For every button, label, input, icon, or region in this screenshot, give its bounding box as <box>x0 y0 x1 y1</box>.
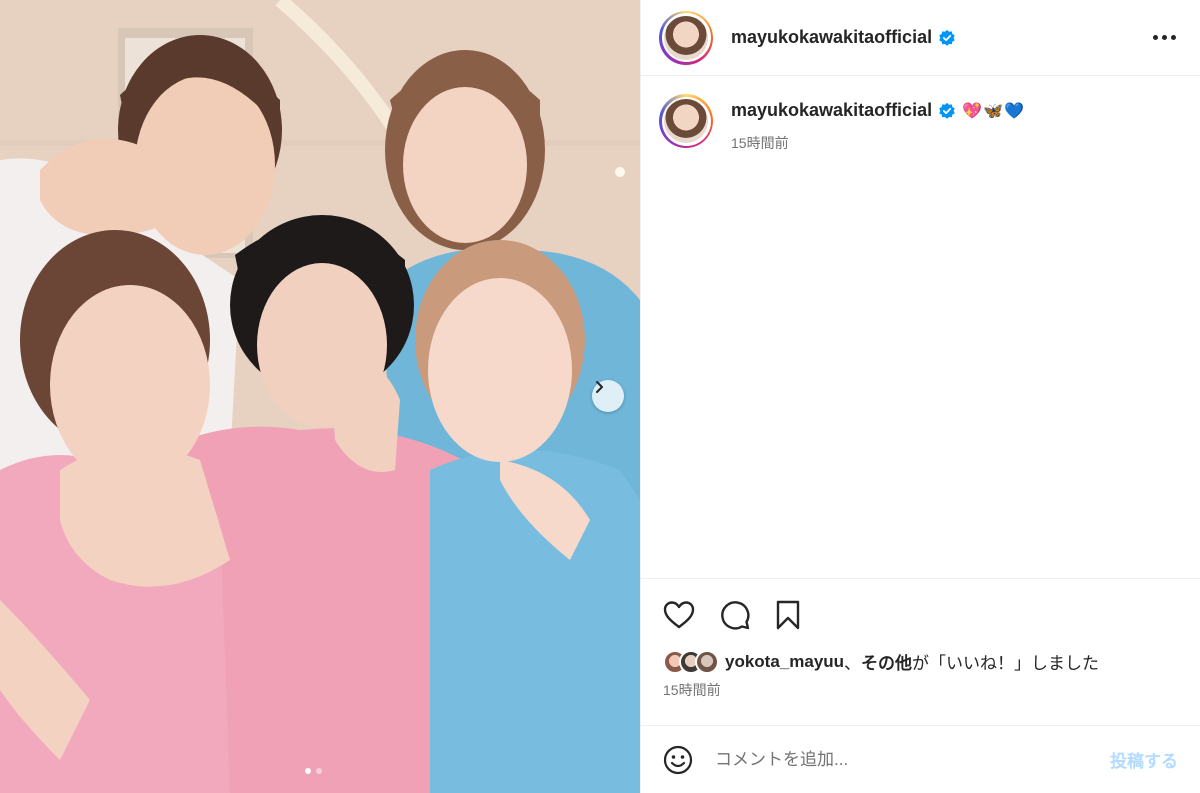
comment-icon[interactable] <box>719 599 751 631</box>
likes-suffix: が「いいね！」しました <box>912 654 1100 673</box>
caption-area: mayukokawakitaofficial 💖🦋💙 15時間前 <box>641 76 1200 578</box>
post-timestamp[interactable]: 15時間前 <box>663 680 1178 700</box>
avatar[interactable] <box>659 10 713 65</box>
verified-badge-icon <box>938 102 956 120</box>
likes-others-link[interactable]: その他 <box>861 649 912 674</box>
avatar-border <box>661 96 711 146</box>
comment-bar: 投稿する <box>641 725 1200 793</box>
caption: mayukokawakitaofficial 💖🦋💙 15時間前 <box>659 94 1182 153</box>
more-horizontal-icon-dot <box>1162 35 1167 40</box>
avatar-image <box>664 99 708 143</box>
caption-line: mayukokawakitaofficial 💖🦋💙 <box>731 100 1025 121</box>
post-actions-section: yokota_mayuu、その他 が「いいね！」しました 15時間前 <box>641 578 1200 725</box>
more-horizontal-icon-dot <box>1171 35 1176 40</box>
verified-badge-icon <box>938 29 956 47</box>
slide-indicator <box>305 768 322 774</box>
likes-separator: 、 <box>844 654 862 673</box>
avatar-border <box>661 13 711 62</box>
caption-timestamp[interactable]: 15時間前 <box>731 133 1025 153</box>
post-username[interactable]: mayukokawakitaofficial <box>731 27 932 48</box>
caption-text-block: mayukokawakitaofficial 💖🦋💙 15時間前 <box>731 94 1025 153</box>
post-comment-button[interactable]: 投稿する <box>1110 747 1178 772</box>
likes-summary: yokota_mayuu、その他 が「いいね！」しました <box>663 649 1178 674</box>
more-options-button[interactable] <box>1147 29 1182 46</box>
caption-body: 💖🦋💙 <box>962 102 1025 120</box>
caption-avatar[interactable] <box>659 94 713 148</box>
slide-dot <box>316 768 322 774</box>
liker-avatar <box>695 649 719 674</box>
post-header: mayukokawakitaofficial <box>641 0 1200 76</box>
more-horizontal-icon <box>1153 35 1158 40</box>
comment-input[interactable] <box>715 749 1110 770</box>
action-bar <box>663 595 1178 635</box>
first-liker-username[interactable]: yokota_mayuu <box>725 652 844 672</box>
caption-username[interactable]: mayukokawakitaofficial <box>731 100 932 121</box>
instagram-post: mayukokawakitaofficial mayukokawakitaoff… <box>0 0 1200 793</box>
heart-icon[interactable] <box>663 600 695 630</box>
emoji-icon[interactable] <box>663 745 693 775</box>
post-photo[interactable] <box>0 0 640 793</box>
slide-dot-active <box>305 768 311 774</box>
avatar-image <box>664 15 708 60</box>
chevron-right-icon <box>596 381 603 393</box>
next-slide-button[interactable] <box>592 380 624 412</box>
photo-illustration <box>0 0 640 793</box>
bookmark-icon[interactable] <box>775 600 801 630</box>
liker-avatars <box>663 649 719 674</box>
post-side-panel: mayukokawakitaofficial mayukokawakitaoff… <box>640 0 1200 793</box>
